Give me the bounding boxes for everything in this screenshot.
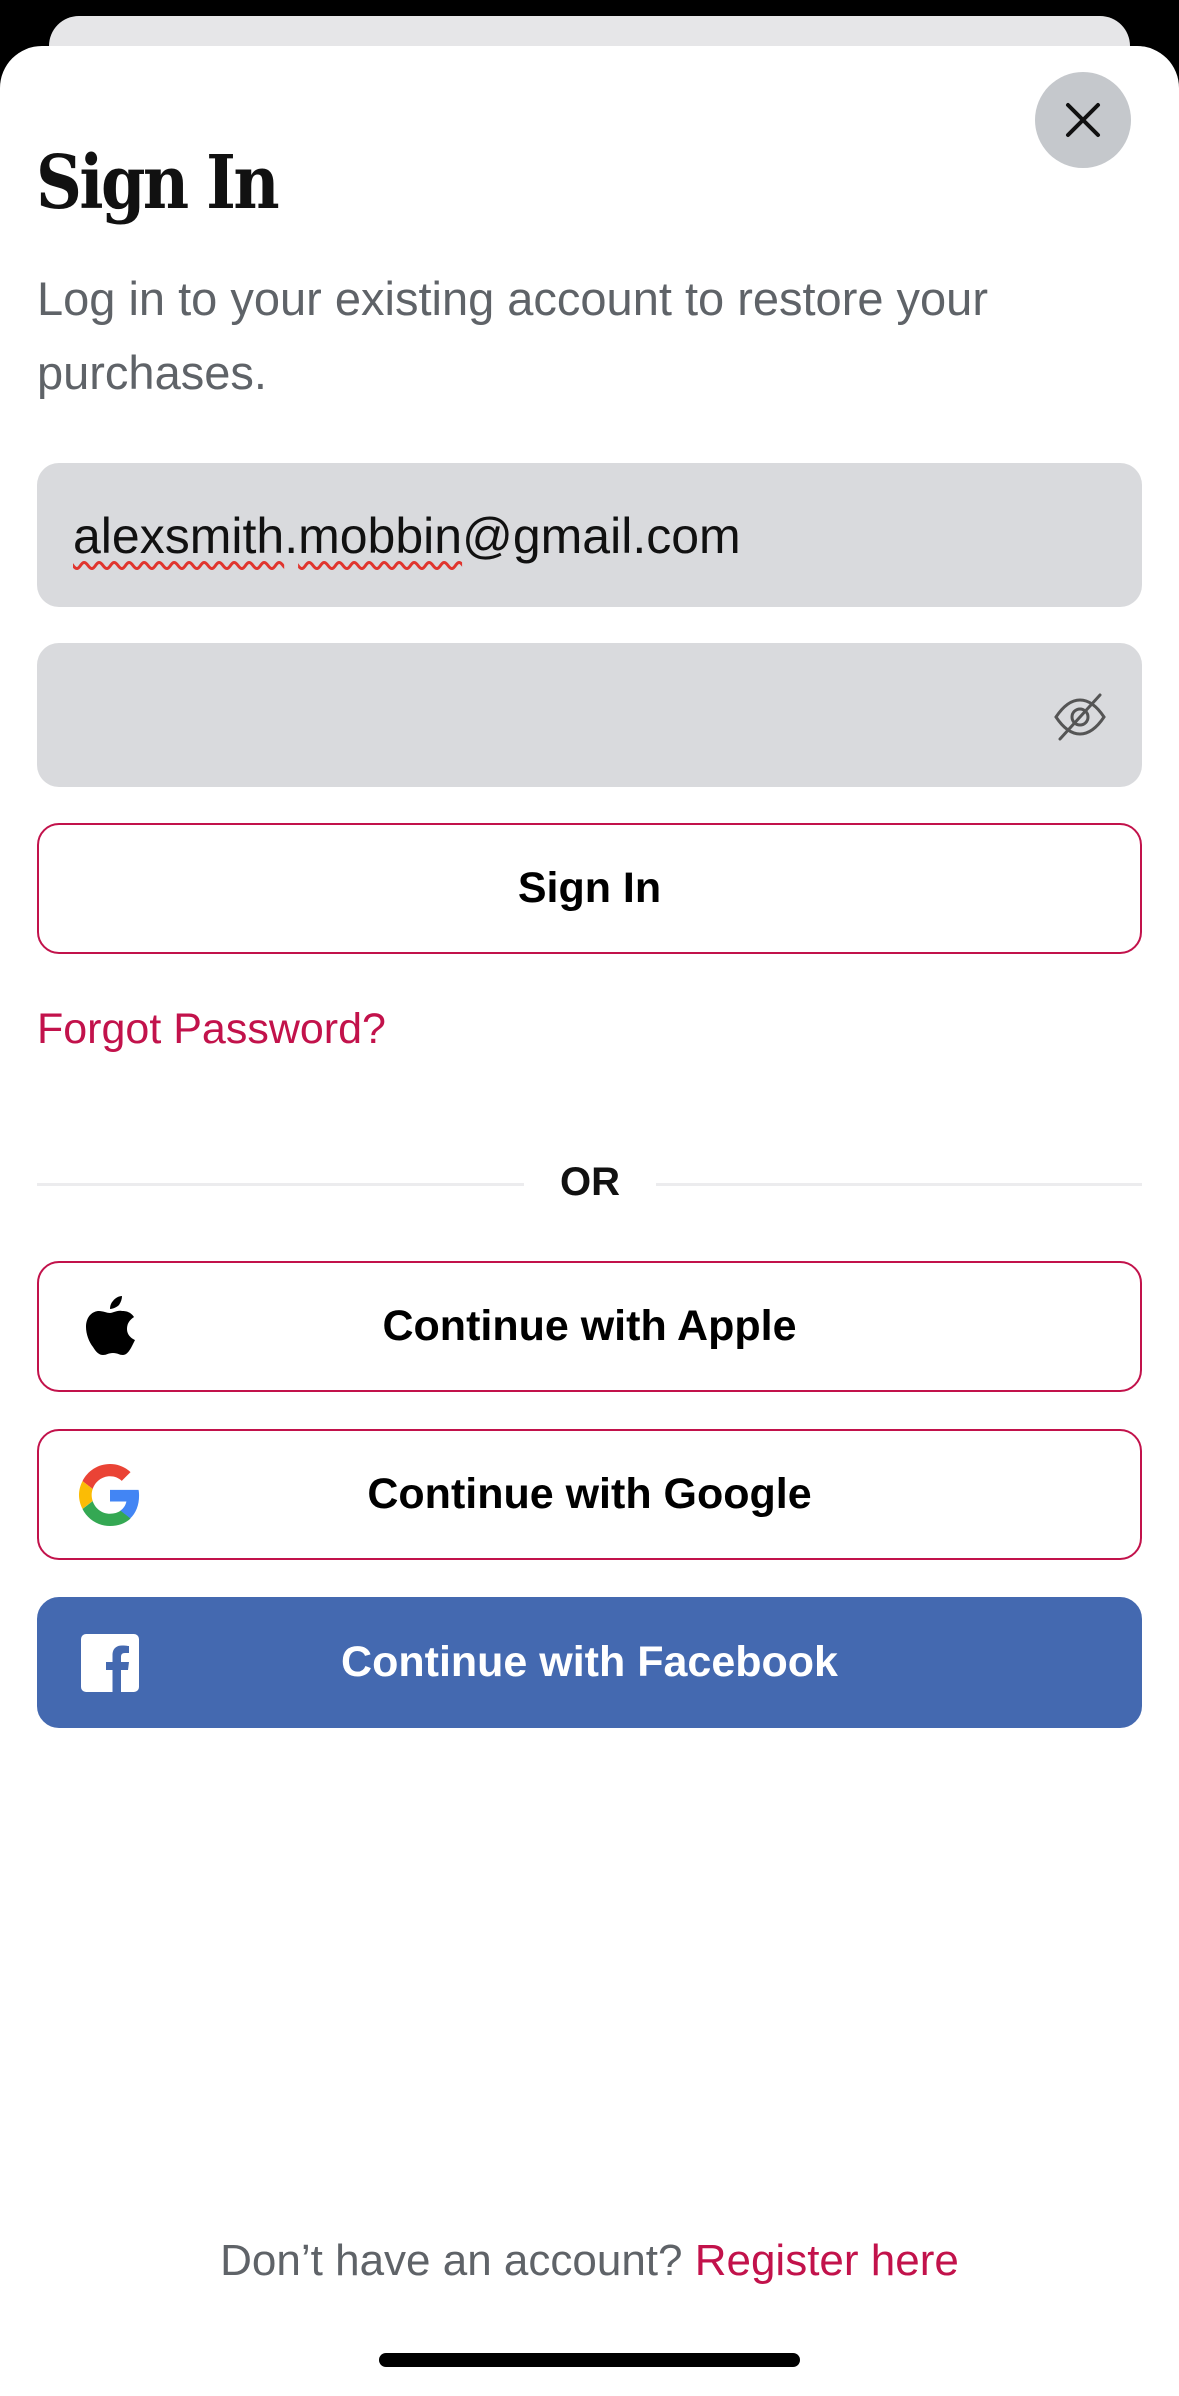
- email-value-part: mobbin: [298, 508, 463, 564]
- or-divider-label: OR: [560, 1160, 620, 1204]
- google-button-label: Continue with Google: [367, 1470, 812, 1518]
- continue-with-google-button[interactable]: Continue with Google: [37, 1429, 1142, 1560]
- apple-logo-icon: [79, 1295, 141, 1358]
- google-logo-icon: [79, 1463, 141, 1526]
- divider-line-left: [37, 1183, 524, 1186]
- email-field[interactable]: alexsmith.mobbin@gmail.com: [37, 463, 1142, 607]
- register-here-link[interactable]: Register here: [695, 2236, 959, 2285]
- eye-off-icon[interactable]: [1052, 689, 1108, 745]
- facebook-logo-icon: [79, 1632, 141, 1694]
- page-title: Sign In: [36, 140, 280, 226]
- email-value-part: alexsmith: [73, 508, 285, 564]
- forgot-password-link[interactable]: Forgot Password?: [37, 1005, 386, 1054]
- page-subtitle: Log in to your existing account to resto…: [37, 272, 988, 399]
- close-button[interactable]: [1035, 72, 1131, 168]
- sign-in-button[interactable]: Sign In: [37, 823, 1142, 954]
- email-value-part: @gmail.com: [462, 508, 741, 564]
- home-indicator: [379, 2353, 800, 2367]
- password-field[interactable]: [37, 643, 1142, 787]
- divider-line-right: [656, 1183, 1142, 1186]
- facebook-button-label: Continue with Facebook: [341, 1638, 838, 1686]
- sign-in-button-label: Sign In: [517, 864, 662, 912]
- close-icon: [1066, 103, 1100, 137]
- email-value-part: .: [284, 508, 299, 564]
- apple-button-label: Continue with Apple: [382, 1302, 797, 1350]
- register-prompt: Don’t have an account?: [220, 2236, 695, 2285]
- email-value: alexsmith.mobbin@gmail.com: [73, 507, 741, 565]
- continue-with-apple-button[interactable]: Continue with Apple: [37, 1261, 1142, 1392]
- register-footer: Don’t have an account? Register here: [0, 2236, 1179, 2286]
- continue-with-facebook-button[interactable]: Continue with Facebook: [37, 1597, 1142, 1728]
